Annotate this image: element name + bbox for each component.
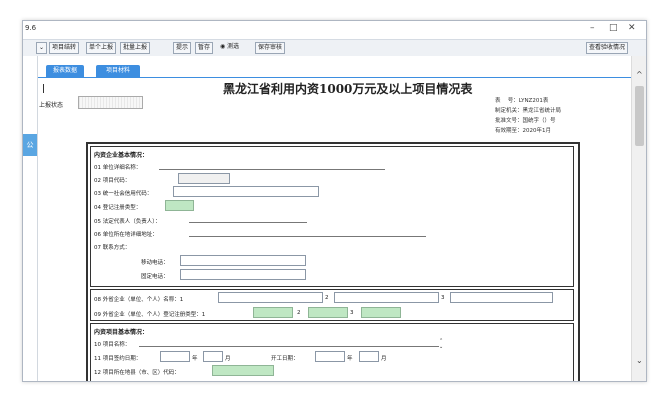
project-code-label: 02 项目代码： (94, 178, 131, 184)
report-meta-authority: 制定机关：黑龙江省统计局 (495, 108, 562, 114)
start-month-unit: 月 (381, 356, 387, 362)
tab-underline (38, 77, 631, 78)
vertical-scrollbar[interactable]: ^ ⌄ (631, 56, 646, 381)
start-month-field[interactable] (359, 351, 379, 362)
credit-code-label: 03 统一社会信用代码： (94, 191, 153, 197)
other-enterprise-name-2[interactable] (334, 292, 439, 303)
legal-rep-label: 05 法定代表人（负责人）： (94, 219, 161, 225)
registration-type-label: 04 登记注册类型： (94, 205, 142, 211)
contact-label: 07 联系方式： (94, 245, 131, 251)
project-section-header: 内资项目基本情况： (94, 329, 149, 336)
start-date-label: 开工日期： (271, 356, 299, 362)
test-select-label: 测选 (227, 43, 240, 50)
fixed-phone-field[interactable] (180, 269, 306, 280)
batch-report-button[interactable]: 批量上报 (120, 42, 151, 54)
report-title: 黑龙江省利用内资1000万元及以上项目情况表 (223, 82, 473, 96)
other-enterprise-name-1[interactable] (218, 292, 323, 303)
registration-type-field[interactable] (165, 200, 194, 211)
report-meta-approval: 批准文号：国统字（）号 (495, 118, 556, 124)
county-code-field[interactable] (212, 365, 274, 376)
enterprise-section: 内资企业基本情况： 01 单位详细名称： 02 项目代码： 03 统一社会信用代… (90, 146, 574, 287)
county-code-label: 12 项目所在地县（市、区）代码： (94, 370, 180, 376)
project-name-field[interactable] (139, 346, 439, 347)
address-label: 06 单位所在地详细地址： (94, 232, 158, 238)
text-cursor (43, 84, 44, 93)
other-enterprise-type-index-2: 2 (297, 310, 301, 316)
project-carryover-button[interactable]: 项目结转 (49, 42, 80, 54)
save-audit-button[interactable]: 保存审核 (255, 42, 286, 54)
enterprise-section-header: 内资企业基本情况： (94, 152, 149, 159)
other-province-section: 08 外省企业（单位、个人）名称：1 2 3 09 外省企业（单位、个人）登记注… (90, 289, 574, 321)
tab-report-data[interactable]: 报表数据 (46, 65, 84, 77)
project-name-label: 10 项目名称： (94, 342, 131, 348)
scroll-up-icon[interactable]: ^ (636, 70, 643, 79)
sign-month-unit: 月 (225, 356, 231, 362)
other-enterprise-type-3[interactable] (361, 307, 401, 318)
scroll-thumb[interactable] (635, 86, 644, 146)
tab-project-materials[interactable]: 项目材料 (96, 65, 140, 77)
hint-button[interactable]: 提示 (173, 42, 192, 54)
legal-rep-field[interactable] (189, 222, 307, 223)
toolbar: ⌄ 项目结转 单个上报 批量上报 提示 暂存 ◉ 测选 保存审核 查看验收情况 (23, 39, 646, 57)
project-section: 内资项目基本情况： 10 项目名称： ⌃ ⌄ 11 项目签约日期： 年 月 开工日… (90, 323, 574, 381)
mobile-field[interactable] (180, 255, 306, 266)
sign-month-field[interactable] (203, 351, 223, 362)
report-meta-validity: 有效期至：2020年1月 (495, 128, 551, 134)
status-field (78, 96, 143, 109)
project-name-spinner-icon[interactable]: ⌃ ⌄ (439, 338, 443, 350)
close-button[interactable]: ✕ (628, 23, 636, 33)
sign-date-label: 11 项目签约日期： (94, 356, 142, 362)
report-meta-code: 表 号：LYNZ201表 (495, 98, 549, 104)
other-enterprise-name-label: 08 外省企业（单位、个人）名称：1 (94, 297, 184, 303)
address-field[interactable] (189, 236, 426, 237)
view-acceptance-button[interactable]: 查看验收情况 (586, 42, 629, 54)
maximize-button[interactable]: □ (609, 23, 618, 33)
title-bar: 9.6 – □ ✕ (23, 21, 646, 39)
start-year-field[interactable] (315, 351, 345, 362)
other-enterprise-type-label: 09 外省企业（单位、个人）登记注册类型：1 (94, 312, 206, 318)
test-select-radio[interactable]: ◉ 测选 (218, 42, 241, 52)
sign-year-field[interactable] (160, 351, 190, 362)
other-enterprise-type-2[interactable] (308, 307, 348, 318)
app-window: 9.6 – □ ✕ ⌄ 项目结转 单个上报 批量上报 提示 暂存 ◉ 测选 保存… (22, 20, 647, 382)
other-enterprise-index-3: 3 (441, 295, 445, 301)
project-code-field[interactable] (178, 173, 230, 184)
other-enterprise-type-1[interactable] (253, 307, 293, 318)
mobile-label: 移动电话： (141, 260, 169, 266)
fixed-phone-label: 固定电话： (141, 274, 169, 280)
minimize-button[interactable]: – (590, 23, 595, 33)
left-strip: 公 (23, 56, 38, 381)
status-label: 上报状态 (39, 102, 64, 109)
dropdown-arrow-icon[interactable]: ⌄ (36, 42, 48, 54)
credit-code-field[interactable] (173, 186, 319, 197)
form-frame: 内资企业基本情况： 01 单位详细名称： 02 项目代码： 03 统一社会信用代… (86, 142, 580, 381)
save-draft-button[interactable]: 暂存 (195, 42, 214, 54)
other-enterprise-type-index-3: 3 (350, 310, 354, 316)
unit-name-field[interactable] (159, 169, 385, 170)
other-enterprise-name-3[interactable] (450, 292, 553, 303)
unit-name-label: 01 单位详细名称： (94, 165, 142, 171)
main-content: 报表数据 项目材料 黑龙江省利用内资1000万元及以上项目情况表 表 号：LYN… (38, 56, 631, 381)
window-title: 9.6 (25, 24, 37, 32)
other-enterprise-index-2: 2 (325, 295, 329, 301)
single-report-button[interactable]: 单个上报 (86, 42, 117, 54)
sign-year-unit: 年 (192, 356, 198, 362)
start-year-unit: 年 (347, 356, 353, 362)
left-panel-toggle[interactable]: 公 (23, 134, 37, 156)
scroll-down-icon[interactable]: ⌄ (636, 356, 643, 365)
